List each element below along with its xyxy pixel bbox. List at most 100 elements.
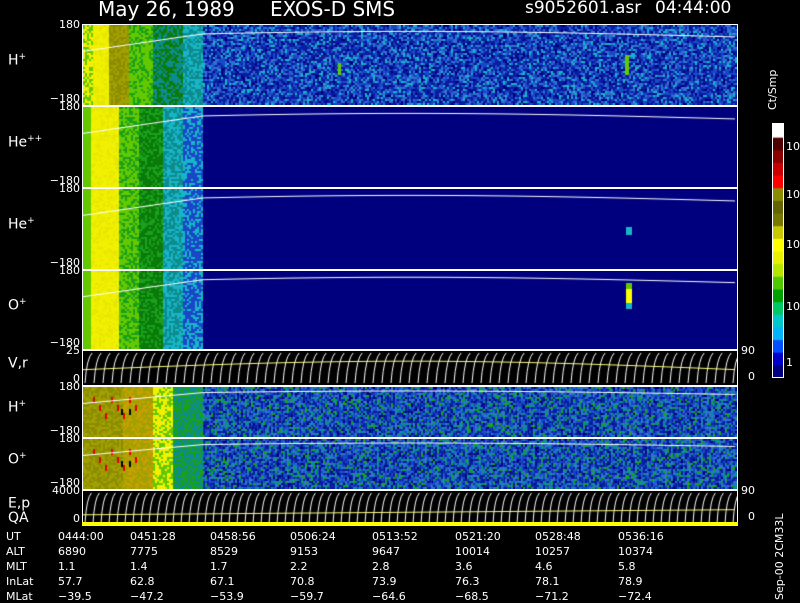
panel-h2-charge: + [18, 399, 27, 409]
table-cell-inlat-2: 67.1 [210, 575, 235, 588]
panel-o2 [82, 438, 738, 490]
table-row-label-ut: UT [6, 530, 21, 543]
table-cell-mlat-7: −72.4 [618, 590, 652, 603]
header-date: May 26, 1989 [98, 0, 235, 21]
qa-label: QA [8, 510, 29, 526]
table-cell-ut-5: 0521:20 [455, 530, 501, 543]
panel-vr-rtick-bottom: 0 [748, 370, 755, 383]
panel-ep-label: E,p [8, 495, 30, 512]
panel-o1-ytick-top: 180 [59, 264, 80, 277]
table-cell-inlat-5: 76.3 [455, 575, 480, 588]
table-cell-ut-2: 0458:56 [210, 530, 256, 543]
panel-h1-plot [83, 25, 737, 105]
panel-ep-rtick-top: 90 [741, 484, 755, 497]
panel-he2-label: He++ [8, 134, 42, 151]
table-cell-ut-7: 0536:16 [618, 530, 664, 543]
panel-o1-plot [83, 271, 737, 349]
table-row-label-alt: ALT [6, 545, 25, 558]
table-cell-alt-3: 9153 [290, 545, 318, 558]
panel-he1-label: He+ [8, 216, 35, 233]
panel-ep-rtick-bottom: 0 [748, 510, 755, 523]
panel-ep-species: E,p [8, 495, 31, 512]
panel-o1-label: O+ [8, 297, 27, 314]
table-cell-alt-0: 6890 [58, 545, 86, 558]
table-cell-inlat-4: 73.9 [372, 575, 397, 588]
panel-o2-ytick-top: 180 [59, 432, 80, 445]
panel-he1-plot [83, 189, 737, 269]
panel-he2-plot [83, 107, 737, 187]
header-instrument: EXOS-D SMS [270, 0, 396, 21]
panel-o2-label: O+ [8, 451, 27, 468]
panel-o2-species: O [8, 451, 20, 468]
table-row-label-mlt: MLT [6, 560, 27, 573]
table-cell-mlat-4: −64.6 [372, 590, 406, 603]
panel-h2-ytick-top: 180 [59, 380, 80, 393]
qa-bar [82, 522, 738, 526]
panel-he2-charge: ++ [27, 134, 43, 144]
table-cell-alt-4: 9647 [372, 545, 400, 558]
panel-h1-ytick-top: 180 [59, 18, 80, 31]
panel-h1 [82, 24, 738, 106]
panel-ep-ytick-top: 4000 [52, 484, 80, 497]
header-file: s9052601.asr [525, 0, 642, 18]
panel-h1-species: H [8, 52, 19, 69]
panel-vr-ytick-top: 25 [66, 344, 80, 357]
table-cell-ut-1: 0451:28 [130, 530, 176, 543]
panel-h2-label: H+ [8, 399, 26, 416]
panel-he1-ytick-top: 180 [59, 182, 80, 195]
colorbar-tick-1e4: 10⁴ [786, 140, 800, 153]
table-cell-mlat-5: −68.5 [455, 590, 489, 603]
table-cell-ut-3: 0506:24 [290, 530, 336, 543]
table-cell-alt-1: 7775 [130, 545, 158, 558]
colorbar-tick-10: 10 [786, 300, 800, 313]
panel-vr-label: V,r [8, 355, 28, 372]
panel-vr [82, 350, 738, 386]
table-cell-ut-0: 0444:00 [58, 530, 104, 543]
table-row-label-mlat: MLat [6, 590, 33, 603]
colorbar-tick-100: 100 [786, 238, 800, 251]
table-cell-mlt-7: 5.8 [618, 560, 636, 573]
colorbar-units-label: Ct/Smp [766, 69, 779, 110]
panel-vr-plot [83, 351, 737, 385]
panel-vr-species: V,r [8, 355, 28, 372]
table-cell-mlt-1: 1.4 [130, 560, 148, 573]
table-cell-inlat-7: 78.9 [618, 575, 643, 588]
panel-he2-ytick-top: 180 [59, 100, 80, 113]
table-cell-alt-6: 10257 [535, 545, 570, 558]
table-cell-mlat-6: −71.2 [535, 590, 569, 603]
table-cell-mlt-4: 2.8 [372, 560, 390, 573]
panel-o1 [82, 270, 738, 350]
table-cell-inlat-1: 62.8 [130, 575, 155, 588]
panel-h1-label: H+ [8, 52, 26, 69]
table-cell-alt-2: 8529 [210, 545, 238, 558]
panel-o1-species: O [8, 297, 20, 314]
table-cell-inlat-6: 78.1 [535, 575, 560, 588]
table-row-label-inlat: InLat [6, 575, 34, 588]
table-cell-mlat-3: −59.7 [290, 590, 324, 603]
colorbar-gradient [773, 124, 783, 377]
table-cell-alt-7: 10374 [618, 545, 653, 558]
panel-o2-charge: + [19, 451, 27, 461]
table-cell-ut-6: 0528:48 [535, 530, 581, 543]
table-cell-alt-5: 10014 [455, 545, 490, 558]
table-cell-inlat-0: 57.7 [58, 575, 83, 588]
panel-he1 [82, 188, 738, 270]
colorbar-tick-1e3: 10³ [786, 188, 800, 201]
table-cell-inlat-3: 70.8 [290, 575, 315, 588]
table-cell-mlat-0: −39.5 [58, 590, 92, 603]
table-cell-mlat-2: −53.9 [210, 590, 244, 603]
panel-he1-species: He [8, 216, 28, 233]
panel-o1-charge: + [19, 297, 27, 307]
panel-h2-species: H [8, 399, 19, 416]
table-cell-mlt-5: 3.6 [455, 560, 473, 573]
panel-h2 [82, 386, 738, 438]
table-cell-mlat-1: −47.2 [130, 590, 164, 603]
table-cell-mlt-0: 1.1 [58, 560, 76, 573]
table-cell-mlt-3: 2.2 [290, 560, 308, 573]
colorbar-tick-1: 1 [786, 356, 793, 369]
panel-ep-plot [83, 491, 737, 525]
header-time: 04:44:00 [655, 0, 732, 18]
panel-he2-species: He [8, 134, 28, 151]
panel-o2-plot [83, 439, 737, 489]
panel-h2-plot [83, 387, 737, 437]
